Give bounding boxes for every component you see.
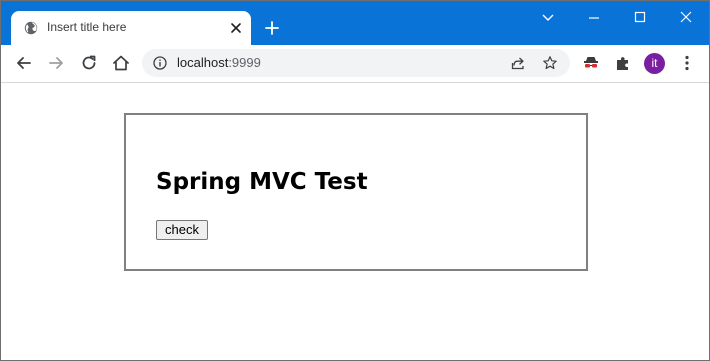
check-button[interactable]: check — [156, 220, 208, 240]
profile-avatar[interactable]: it — [644, 53, 665, 74]
content-box: Spring MVC Test check — [124, 113, 588, 271]
minimize-icon[interactable] — [582, 7, 606, 27]
globe-icon — [24, 21, 38, 35]
info-icon[interactable] — [153, 56, 167, 70]
browser-window: Insert title here localhost:9999 it Spri… — [0, 0, 710, 361]
maximize-icon[interactable] — [628, 7, 652, 27]
back-arrow-icon[interactable] — [14, 53, 34, 73]
tab-search-icon[interactable] — [536, 7, 560, 27]
incognito-extension-icon[interactable] — [581, 53, 601, 73]
new-tab-icon[interactable] — [263, 19, 281, 37]
more-menu-icon[interactable] — [677, 53, 697, 73]
title-bar: Insert title here — [1, 1, 709, 45]
share-icon[interactable] — [510, 55, 526, 71]
browser-toolbar: localhost:9999 it — [1, 45, 709, 83]
bookmark-star-icon[interactable] — [542, 55, 558, 71]
page-title: Spring MVC Test — [156, 169, 368, 195]
close-icon[interactable] — [227, 19, 245, 37]
forward-arrow-icon[interactable] — [46, 53, 66, 73]
window-close-icon[interactable] — [674, 7, 698, 27]
tab-title: Insert title here — [47, 20, 127, 34]
url-host: localhost — [177, 55, 229, 70]
browser-tab[interactable]: Insert title here — [11, 11, 251, 45]
page-viewport: Spring MVC Test check — [1, 83, 709, 360]
url-text: localhost:9999 — [177, 55, 261, 70]
address-bar[interactable]: localhost:9999 — [142, 49, 570, 77]
home-icon[interactable] — [111, 53, 131, 73]
url-port: :9999 — [228, 55, 261, 70]
reload-icon[interactable] — [79, 53, 99, 73]
extensions-puzzle-icon[interactable] — [613, 53, 633, 73]
